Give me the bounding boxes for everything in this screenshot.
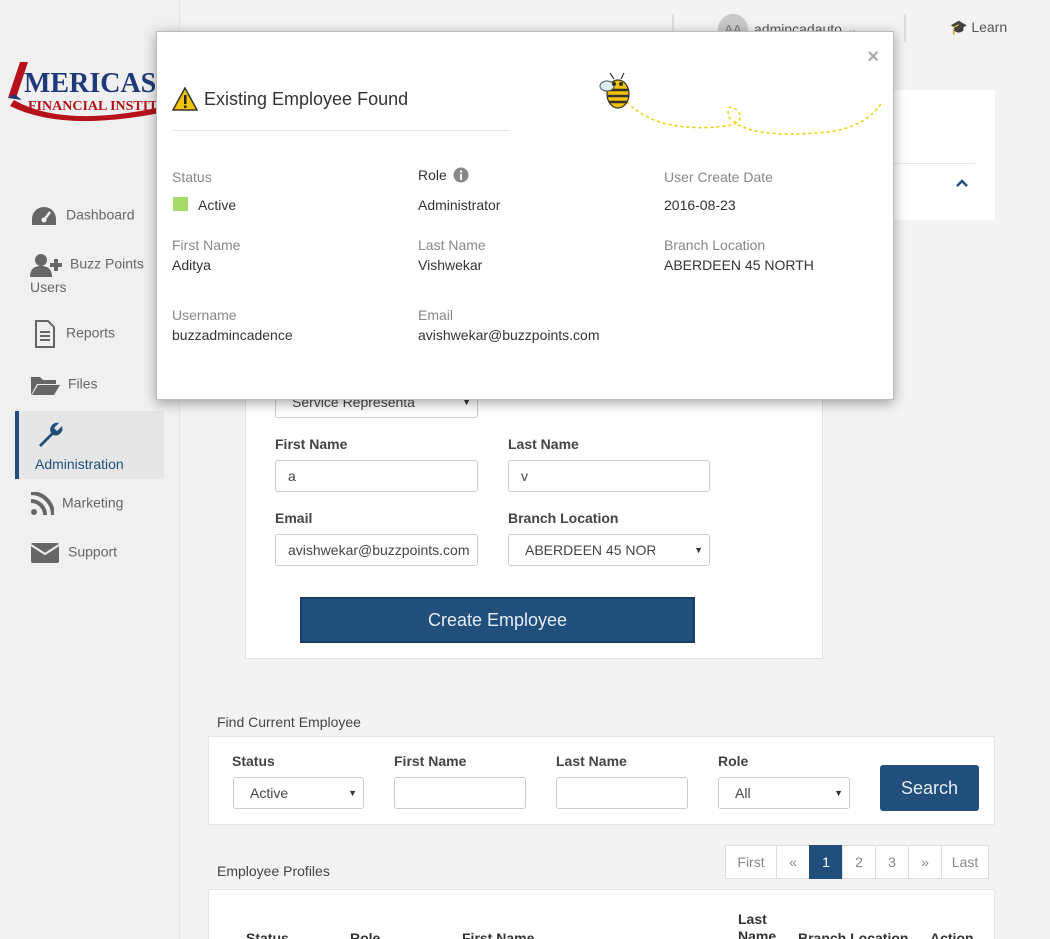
first-name-value: Aditya <box>172 257 211 273</box>
info-icon[interactable] <box>453 167 469 183</box>
last-name-label: Last Name <box>418 237 486 253</box>
username-value: buzzadmincadence <box>172 327 293 343</box>
branch-location-value: ABERDEEN 45 NORTH <box>664 257 814 273</box>
modal-divider <box>172 130 510 131</box>
first-name-label: First Name <box>172 237 241 253</box>
email-value: avishwekar@buzzpoints.com <box>418 327 600 343</box>
email-label: Email <box>418 307 454 323</box>
bee-illustration <box>599 72 883 135</box>
status-label: Status <box>172 169 212 185</box>
role-label: Role <box>418 167 469 183</box>
status-value: Active <box>198 197 237 213</box>
create-date-label: User Create Date <box>664 169 773 185</box>
last-name-value: Vishwekar <box>418 257 483 273</box>
create-date-value: 2016-08-23 <box>664 197 736 213</box>
role-value: Administrator <box>418 197 501 213</box>
close-icon[interactable]: × <box>867 46 879 69</box>
modal-title-text: Existing Employee Found <box>204 88 409 109</box>
username-label: Username <box>172 307 237 323</box>
status-indicator <box>173 197 188 211</box>
modal-title: Existing Employee Found <box>172 87 408 111</box>
branch-location-label: Branch Location <box>664 237 766 253</box>
existing-employee-modal: × Existing Employee Found Status Active … <box>156 31 894 400</box>
role-label-text: Role <box>418 167 447 183</box>
warning-icon <box>172 87 198 111</box>
